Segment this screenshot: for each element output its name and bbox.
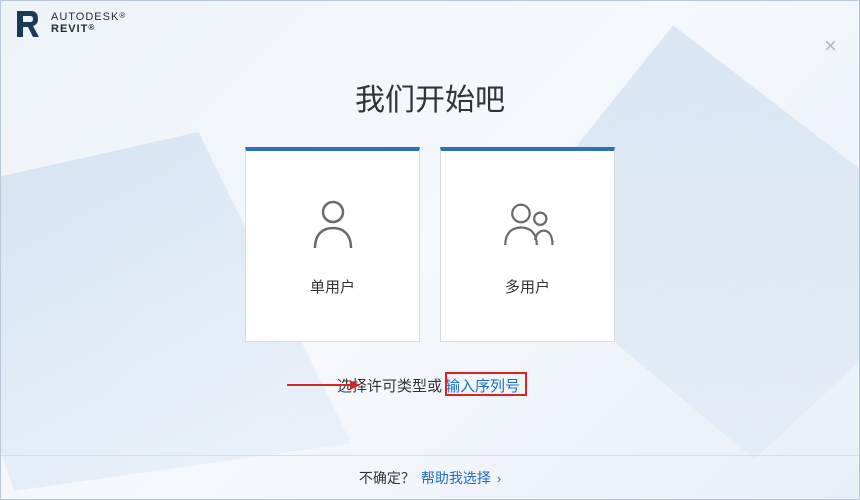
header: AUTODESK® REVIT® [1, 1, 859, 47]
dialog-window: AUTODESK® REVIT® × 我们开始吧 单用户 [0, 0, 860, 500]
multi-user-card[interactable]: 多用户 [440, 147, 615, 342]
footer: 不确定？ 帮助我选择 › [1, 455, 859, 499]
chevron-right-icon: › [497, 471, 501, 486]
single-user-icon [305, 196, 361, 252]
prompt-text: 选择许可类型或 [337, 375, 442, 396]
brand-text: AUTODESK® REVIT® [51, 12, 126, 35]
revit-logo-icon [15, 9, 41, 39]
page-title: 我们开始吧 [355, 75, 505, 119]
brand-product: REVIT® [51, 24, 126, 36]
single-user-label: 单用户 [310, 276, 355, 297]
single-user-card[interactable]: 单用户 [245, 147, 420, 342]
prompt-row: 选择许可类型或 输入序列号 [337, 374, 523, 397]
multi-user-label: 多用户 [505, 276, 550, 297]
multi-user-icon [500, 196, 556, 252]
footer-question: 不确定？ [359, 468, 415, 488]
help-choose-link[interactable]: 帮助我选择 [421, 468, 491, 488]
enter-serial-link[interactable]: 输入序列号 [442, 374, 523, 397]
license-cards: 单用户 多用户 [245, 147, 615, 342]
content-area: 我们开始吧 单用户 [1, 47, 859, 455]
